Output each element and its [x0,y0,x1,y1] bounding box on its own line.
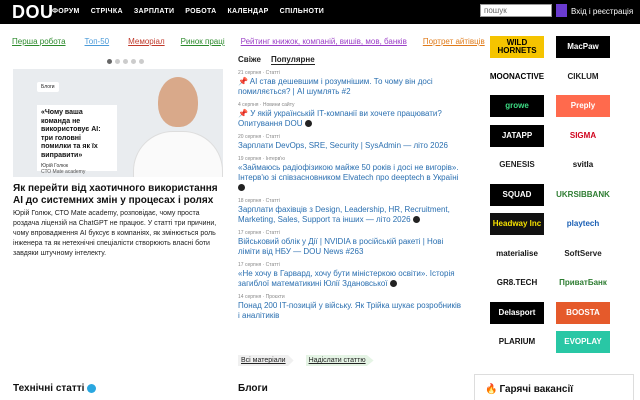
comments-icon[interactable] [412,216,420,224]
company-logo[interactable]: PLARIUM [490,331,544,353]
search-input[interactable]: пошук [480,4,552,17]
list-item: 14 серпня · Проєкти Понад 200 IT-позицій… [238,294,463,321]
list-item: 19 серпня · Інтерв'ю «Займаюсь радіофізи… [238,156,463,193]
hero-badge: Блоги [37,82,59,92]
list-item: 18 серпня · Статті Зарплати фахівців з D… [238,198,463,225]
list-item: 21 серпня · Статті 📌 AI став дешевшим і … [238,70,463,97]
item-meta: 19 серпня · Інтерв'ю [238,156,285,162]
feed-tabs: Свіже Популярне [238,55,315,65]
tab-popular[interactable]: Популярне [270,55,315,65]
item-title[interactable]: AI став дешевшим і розумнішим. То чому в… [238,77,433,96]
item-meta: 18 серпня · Статті [238,198,280,204]
company-logo[interactable]: ПриватБанк [556,272,610,294]
item-meta: 17 серпня · Статті [238,262,280,268]
hero-image[interactable]: Блоги «Чому ваша команда не використовує… [13,69,223,177]
item-meta: 14 серпня · Проєкти [238,294,285,300]
nav-feed[interactable]: СТРІЧКА [91,8,123,15]
feed-list: 21 серпня · Статті 📌 AI став дешевшим і … [238,70,463,326]
list-item: 17 серпня · Статті «Не хочу в Гарвард, х… [238,262,463,289]
nav-calendar[interactable]: КАЛЕНДАР [227,8,268,15]
company-logo[interactable]: CIKLUM [556,65,610,88]
company-logo[interactable]: JATAPP [490,124,544,147]
top-nav: ФОРУМ СТРІЧКА ЗАРПЛАТИ РОБОТА КАЛЕНДАР С… [52,8,324,15]
company-logo[interactable]: Preply [556,95,610,117]
all-materials-button[interactable]: Всі матеріали [238,355,294,366]
company-logo[interactable]: WILD HORNETS [490,36,544,58]
carousel-dot[interactable] [115,59,120,64]
hot-jobs-title[interactable]: Гарячі вакансії [499,384,573,395]
company-logo[interactable]: SQUAD [490,183,544,206]
section-blogs[interactable]: Блоги [238,383,268,394]
company-logo[interactable]: GENESIS [490,154,544,176]
section-tech-articles[interactable]: Технічні статті [13,383,97,394]
company-logo[interactable]: growe [490,95,544,117]
author-photo [133,69,223,177]
item-meta: 21 серпня · Статті [238,70,280,76]
company-logo[interactable]: Headway Inc [490,213,544,235]
item-title[interactable]: «Займаюсь радіофізикою майже 50 років і … [238,163,459,182]
list-item: 20 серпня · Статті Зарплати DevOps, SRE,… [238,134,463,151]
item-title[interactable]: Понад 200 IT-позицій у війську. Як Трійк… [238,301,461,320]
item-title[interactable]: У якій українській IT-компанії ви хочете… [238,109,442,128]
company-logo[interactable]: EVOPLAY [556,331,610,353]
company-logo[interactable]: svitla [556,154,610,176]
sub-nav: Перша робота Топ-50 Меморіал Ринок праці… [12,37,485,46]
carousel-dot[interactable] [123,59,128,64]
section-title: Технічні статті [13,383,85,394]
login-link[interactable]: Вхід і реєстрація [571,7,633,16]
item-meta: 20 серпня · Статті [238,134,280,140]
subnav-top-50[interactable]: Топ-50 [85,37,110,46]
nav-communities[interactable]: СПІЛЬНОТИ [280,8,324,15]
pin-icon: 📌 [238,77,248,86]
company-logo[interactable]: Delasport [490,301,544,324]
app-icon[interactable] [556,4,567,17]
hero-title[interactable]: Як перейти від хаотичного використання A… [13,183,225,207]
subnav-ratings[interactable]: Рейтинг книжок, компаній, вишів, мов, ба… [241,37,407,46]
company-logo[interactable]: playtech [556,213,610,235]
company-logo[interactable]: UKRSIBBANK [556,183,610,206]
subnav-memorial[interactable]: Меморіал [128,37,165,46]
top-bar: DOU ФОРУМ СТРІЧКА ЗАРПЛАТИ РОБОТА КАЛЕНД… [0,0,640,24]
company-logo[interactable]: GR8.TECH [490,272,544,294]
hero-text: Юрій Голюк, СТО Mate academy, розповідає… [13,210,217,257]
company-logo[interactable]: SIGMA [556,124,610,147]
pin-icon: 📌 [238,109,248,118]
carousel-dot[interactable] [131,59,136,64]
nav-jobs[interactable]: РОБОТА [185,8,216,15]
comments-icon[interactable] [238,184,245,192]
subnav-job-market[interactable]: Ринок праці [181,37,225,46]
comments-icon[interactable] [389,280,397,288]
company-logo[interactable]: SoftServe [556,242,610,265]
carousel-dots [107,59,144,64]
hot-jobs-box: 🔥 Гарячі вакансії [474,374,634,400]
item-meta: 4 серпня · Новини сайту [238,102,295,108]
company-logo[interactable]: materialise [490,242,544,265]
telegram-icon[interactable] [87,383,97,393]
hero-quote-card: «Чому ваша команда не використовує AI: т… [37,105,117,175]
hero-quote: «Чому ваша команда не використовує AI: т… [41,109,101,159]
item-title[interactable]: «Не хочу в Гарвард, хочу бути міністерко… [238,269,455,288]
item-title[interactable]: Військовий облік у Дії | NVIDIA в російс… [238,237,443,256]
hero-role: СТО Mate academy [41,169,86,175]
site-logo[interactable]: DOU [12,2,54,23]
company-logo[interactable]: BOOSTA [556,301,610,324]
company-logo[interactable]: MOONACTIVE [490,65,544,88]
subnav-first-job[interactable]: Перша робота [12,37,66,46]
subnav-portrait[interactable]: Портрет айтівців [423,37,485,46]
feed-buttons: Всі матеріали Надіслати статтю [238,355,374,366]
carousel-dot[interactable] [107,59,112,64]
nav-forum[interactable]: ФОРУМ [52,8,80,15]
nav-salaries[interactable]: ЗАРПЛАТИ [134,8,174,15]
item-meta: 17 серпня · Статті [238,230,280,236]
comments-icon[interactable] [304,120,312,128]
fire-icon: 🔥 [485,384,498,395]
carousel-dot[interactable] [139,59,144,64]
list-item: 17 серпня · Статті Військовий облік у Ді… [238,230,463,257]
list-item: 4 серпня · Новини сайту 📌 У якій українс… [238,102,463,129]
submit-article-button[interactable]: Надіслати статтю [305,355,374,366]
item-title[interactable]: Зарплати DevOps, SRE, Security | SysAdmi… [238,141,448,150]
tab-fresh[interactable]: Свіже [238,55,261,65]
company-logo[interactable]: MacPaw [556,36,610,58]
